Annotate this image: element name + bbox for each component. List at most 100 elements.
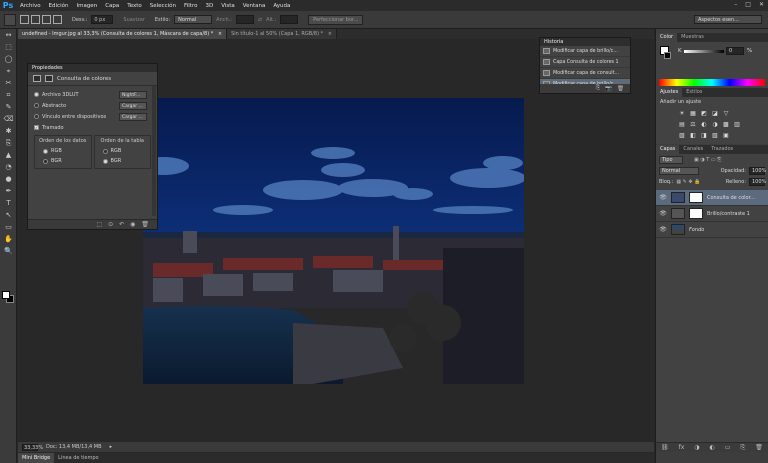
document-image[interactable] (143, 98, 524, 384)
tab-styles[interactable]: Estilos (682, 88, 706, 97)
color-balance-icon[interactable]: ⚖ (689, 121, 697, 129)
close-button[interactable]: ✕ (759, 1, 764, 8)
radio-data-rgb[interactable] (43, 148, 48, 154)
k-slider[interactable] (684, 50, 724, 53)
folder-icon[interactable]: ▭ (725, 444, 731, 451)
history-item[interactable]: Modificar capa de brillo/c... (540, 46, 630, 57)
brightness-icon[interactable]: ☀ (678, 110, 686, 118)
pen-tool-icon[interactable]: ✒ (0, 185, 17, 197)
invert-icon[interactable]: ▨ (678, 132, 686, 140)
radio-abstract[interactable] (34, 103, 39, 108)
add-selection-icon[interactable] (31, 15, 40, 24)
doc-tab-untitled[interactable]: Sin título-1 al 50% (Capa 1, RGB/8) * × (227, 29, 337, 39)
hue-saturation-icon[interactable]: ▤ (678, 121, 686, 129)
lock-icons[interactable]: ▦ ✎ ✥ 🔒 (676, 179, 700, 185)
data-order-rgb[interactable]: RGB (35, 146, 91, 156)
layer-row[interactable]: 👁 Consulta de color... (656, 190, 768, 206)
link-icon[interactable]: ⛓ (661, 444, 669, 451)
gradient-map-icon[interactable]: ▣ (722, 132, 730, 140)
menu-3d[interactable]: 3D (201, 3, 217, 9)
layer-mask-thumb[interactable] (689, 192, 703, 203)
gradient-tool-icon[interactable]: ◔ (0, 161, 17, 173)
move-tool-icon[interactable]: ↔ (0, 29, 17, 41)
hand-tool-icon[interactable]: ✋ (0, 233, 17, 245)
properties-tab[interactable]: Propiedades (32, 65, 63, 71)
marquee-tool-icon[interactable]: ⬚ (0, 41, 17, 53)
k-value-input[interactable]: 0 (726, 47, 744, 55)
brush-tool-icon[interactable]: ⌫ (0, 113, 17, 125)
tab-adjustments[interactable]: Ajustes (656, 88, 683, 97)
threshold-icon[interactable]: ◨ (700, 132, 708, 140)
kind-filter-select[interactable]: Tipo (659, 155, 683, 164)
select-3dlut[interactable]: NightF... (119, 90, 147, 99)
antialias-checkbox[interactable]: Suavizar (123, 17, 145, 23)
tool-preset-picker[interactable] (4, 13, 16, 26)
eraser-tool-icon[interactable]: ▲ (0, 149, 17, 161)
menu-filtro[interactable]: Filtro (180, 3, 201, 9)
quick-select-tool-icon[interactable]: ⌖ (0, 65, 17, 77)
stamp-tool-icon[interactable]: ✱ (0, 125, 17, 137)
layer-row[interactable]: 👁 Brillo/contraste 1 (656, 206, 768, 222)
photo-filter-icon[interactable]: ◑ (711, 121, 719, 129)
zoom-input[interactable]: 33,33% (22, 443, 43, 451)
history-brush-tool-icon[interactable]: ⎘ (0, 137, 17, 149)
eyedropper-tool-icon[interactable]: ⌗ (0, 89, 17, 101)
fx-icon[interactable]: fx (679, 444, 685, 451)
menu-ayuda[interactable]: Ayuda (269, 3, 294, 9)
menu-ventana[interactable]: Ventana (239, 3, 270, 9)
color-lookup-icon[interactable]: ▥ (733, 121, 741, 129)
exposure-icon[interactable]: ◪ (711, 110, 719, 118)
eye-icon[interactable]: 👁 (659, 210, 667, 217)
trash-icon[interactable]: 🗑 (755, 444, 763, 451)
menu-vista[interactable]: Vista (217, 3, 239, 9)
black-white-icon[interactable]: ◐ (700, 121, 708, 129)
refine-edge-button[interactable]: Perfeccionar bor... (308, 14, 364, 25)
new-layer-icon[interactable]: ⎘ (740, 444, 745, 452)
menu-imagen[interactable]: Imagen (72, 3, 101, 9)
properties-scrollbar[interactable] (152, 86, 156, 216)
maximize-button[interactable]: □ (745, 1, 751, 8)
tab-layers[interactable]: Capas (656, 145, 680, 154)
reset-icon[interactable]: ↶ (119, 221, 124, 228)
layer-row[interactable]: 👁 Fondo (656, 222, 768, 238)
height-input[interactable] (280, 15, 299, 24)
menu-capa[interactable]: Capa (101, 3, 123, 9)
radio-data-bgr[interactable] (43, 158, 48, 164)
table-order-rgb[interactable]: RGB (95, 146, 151, 156)
intersect-selection-icon[interactable] (53, 15, 62, 24)
view-previous-icon[interactable]: ⊙ (108, 221, 113, 228)
menu-archivo[interactable]: Archivo (16, 3, 45, 9)
close-icon[interactable]: × (218, 31, 222, 37)
type-tool-icon[interactable]: T (0, 197, 17, 209)
layer-mask-thumb[interactable] (689, 208, 703, 219)
path-select-tool-icon[interactable]: ↖ (0, 209, 17, 221)
doc-tab-imgur[interactable]: undefined - Imgur.jpg al 33,3% (Consulta… (18, 29, 228, 39)
zoom-tool-icon[interactable]: 🔍 (0, 245, 17, 257)
bg-color-chip[interactable] (664, 52, 671, 59)
adjustment-icon[interactable]: ◐ (710, 444, 715, 451)
menu-edicion[interactable]: Edición (45, 3, 73, 9)
mask-icon[interactable] (45, 75, 53, 82)
style-select[interactable]: Normal (174, 15, 213, 24)
visibility-icon[interactable]: ◉ (130, 221, 135, 228)
lasso-tool-icon[interactable]: ◯ (0, 53, 17, 65)
new-selection-icon[interactable] (20, 15, 29, 24)
radio-3dlut[interactable] (34, 92, 39, 97)
selective-color-icon[interactable]: ▧ (711, 132, 719, 140)
dither-checkbox[interactable]: ✓ (34, 125, 39, 130)
menu-texto[interactable]: Texto (123, 3, 146, 9)
subtract-selection-icon[interactable] (42, 15, 51, 24)
radio-table-bgr[interactable] (102, 158, 108, 164)
healing-tool-icon[interactable]: ✎ (0, 101, 17, 113)
trash-icon[interactable]: 🗑 (141, 221, 149, 228)
history-item[interactable]: Capa Consulta de colores 1 (540, 57, 630, 68)
levels-icon[interactable]: ▦ (689, 110, 697, 118)
vibrance-icon[interactable]: ▽ (722, 110, 730, 118)
opacity-input[interactable]: 100% (749, 166, 766, 175)
tab-color[interactable]: Color (656, 33, 678, 42)
status-menu-arrow[interactable]: ▸ (110, 444, 113, 450)
filter-icons[interactable]: ▣ ◑ T ▭ ⎘ (694, 157, 721, 163)
color-spectrum[interactable] (659, 79, 765, 86)
tab-swatches[interactable]: Muestras (677, 33, 708, 42)
menu-seleccion[interactable]: Selección (146, 3, 180, 9)
